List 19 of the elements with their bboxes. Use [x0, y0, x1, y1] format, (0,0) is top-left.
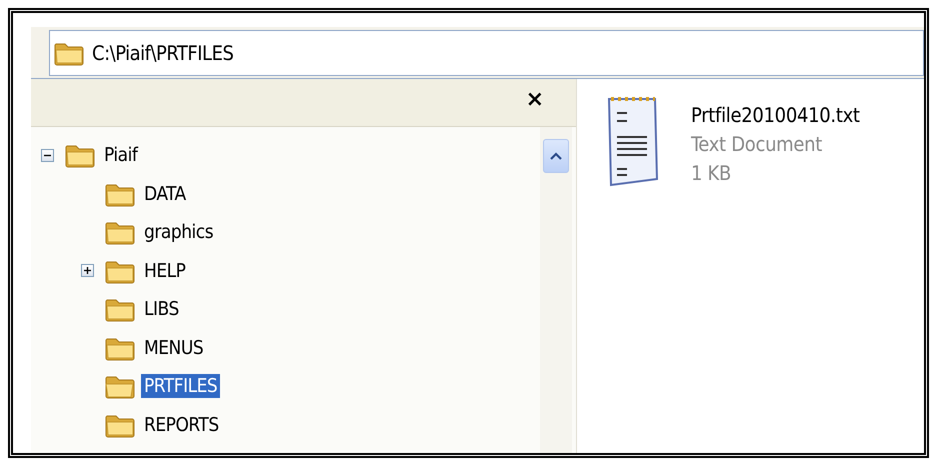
- folder-item[interactable]: Piaif: [101, 143, 140, 168]
- folder-item[interactable]: graphics: [141, 220, 216, 244]
- file-type: Text Document: [691, 131, 824, 158]
- address-text: C:\Piaif\PRTFILES: [92, 40, 234, 64]
- collapse-icon[interactable]: [41, 148, 54, 162]
- file-size: 1 KB: [691, 160, 732, 187]
- file-name[interactable]: Prtfile20100410.txt: [691, 101, 860, 130]
- close-button[interactable]: ×: [522, 87, 548, 112]
- scrollbar[interactable]: [540, 127, 572, 453]
- caret-up-icon: [550, 152, 562, 160]
- scroll-up-button[interactable]: [543, 139, 569, 173]
- folder-item[interactable]: REPORTS: [141, 412, 222, 437]
- folder-item[interactable]: HELP: [141, 258, 188, 283]
- address-field[interactable]: C:\Piaif\PRTFILES: [49, 30, 924, 76]
- expand-icon[interactable]: [81, 264, 94, 278]
- folder-item[interactable]: LIBS: [141, 297, 182, 322]
- folder-item[interactable]: MENUS: [141, 336, 206, 360]
- folder-item[interactable]: PRTFILES: [141, 374, 220, 398]
- folder-item[interactable]: DATA: [141, 182, 189, 206]
